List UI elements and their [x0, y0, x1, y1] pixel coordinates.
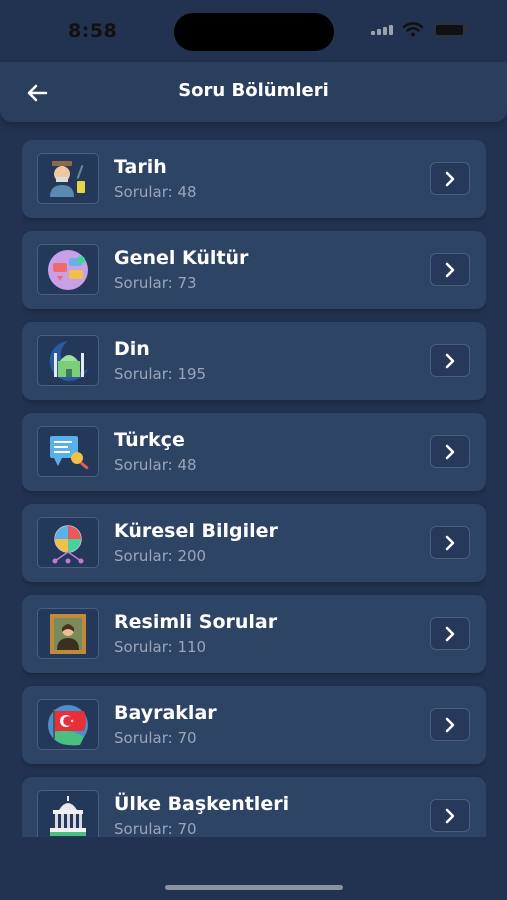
global-network-icon	[52, 524, 84, 563]
category-thumb	[37, 426, 99, 477]
category-question-count: Sorular: 48	[114, 456, 197, 474]
open-category-button[interactable]	[430, 526, 470, 559]
chevron-right-icon	[445, 626, 455, 641]
category-card-turkce[interactable]: Türkçe Sorular: 48	[22, 413, 486, 491]
category-title: Bayraklar	[114, 702, 217, 724]
category-card-ulke-baskentleri[interactable]: Ülke Başkentleri Sorular: 70	[22, 777, 486, 837]
open-category-button[interactable]	[430, 435, 470, 468]
chevron-right-icon	[445, 171, 455, 186]
chat-bubbles-icon	[48, 249, 88, 290]
category-thumb	[37, 335, 99, 386]
document-magnifier-icon	[50, 435, 89, 469]
dynamic-island	[174, 13, 334, 51]
category-question-count: Sorular: 200	[114, 547, 207, 565]
home-indicator[interactable]	[165, 885, 343, 890]
category-thumb	[37, 244, 99, 295]
chevron-right-icon	[445, 444, 455, 459]
category-card-resimli-sorular[interactable]: Resimli Sorular Sorular: 110	[22, 595, 486, 673]
battery-icon	[433, 22, 468, 37]
status-bar: 8:58	[0, 0, 507, 62]
status-time: 8:58	[68, 20, 118, 42]
open-category-button[interactable]	[430, 253, 470, 286]
category-thumb	[37, 517, 99, 568]
open-category-button[interactable]	[430, 799, 470, 832]
wifi-icon	[403, 22, 423, 37]
category-card-kuresel-bilgiler[interactable]: Küresel Bilgiler Sorular: 200	[22, 504, 486, 582]
category-card-tarih[interactable]: Tarih Sorular: 48	[22, 140, 486, 218]
category-title: Tarih	[114, 156, 167, 178]
chevron-right-icon	[445, 535, 455, 550]
capitol-building-icon	[50, 795, 86, 836]
category-card-din[interactable]: Din Sorular: 195	[22, 322, 486, 400]
cellular-signal-icon	[371, 24, 393, 35]
category-card-bayraklar[interactable]: Bayraklar Sorular: 70	[22, 686, 486, 764]
history-person-icon	[50, 160, 85, 197]
category-list[interactable]: Tarih Sorular: 48 Genel Kültür Sorular: …	[22, 140, 486, 837]
category-thumb	[37, 699, 99, 750]
category-title: Resimli Sorular	[114, 611, 278, 633]
category-question-count: Sorular: 48	[114, 183, 197, 201]
category-question-count: Sorular: 73	[114, 274, 197, 292]
status-icons	[371, 22, 468, 37]
category-thumb	[37, 153, 99, 204]
category-thumb	[37, 790, 99, 837]
category-question-count: Sorular: 70	[114, 820, 197, 837]
category-question-count: Sorular: 195	[114, 365, 207, 383]
category-title: Ülke Başkentleri	[114, 793, 290, 815]
page-title: Soru Bölümleri	[178, 80, 329, 101]
category-title: Genel Kültür	[114, 247, 249, 269]
app-header: Soru Bölümleri	[0, 62, 507, 122]
framed-painting-icon	[50, 613, 86, 654]
open-category-button[interactable]	[430, 162, 470, 195]
category-title: Türkçe	[114, 429, 185, 451]
chevron-right-icon	[445, 353, 455, 368]
category-question-count: Sorular: 70	[114, 729, 197, 747]
chevron-right-icon	[445, 808, 455, 823]
chevron-right-icon	[445, 262, 455, 277]
category-thumb	[37, 608, 99, 659]
turkish-flag-icon	[48, 704, 88, 745]
category-question-count: Sorular: 110	[114, 638, 207, 656]
chevron-right-icon	[445, 717, 455, 732]
mosque-crescent-icon	[49, 340, 88, 381]
category-card-genel-kultur[interactable]: Genel Kültür Sorular: 73	[22, 231, 486, 309]
category-title: Küresel Bilgiler	[114, 520, 278, 542]
open-category-button[interactable]	[430, 708, 470, 741]
category-title: Din	[114, 338, 150, 360]
open-category-button[interactable]	[430, 617, 470, 650]
open-category-button[interactable]	[430, 344, 470, 377]
